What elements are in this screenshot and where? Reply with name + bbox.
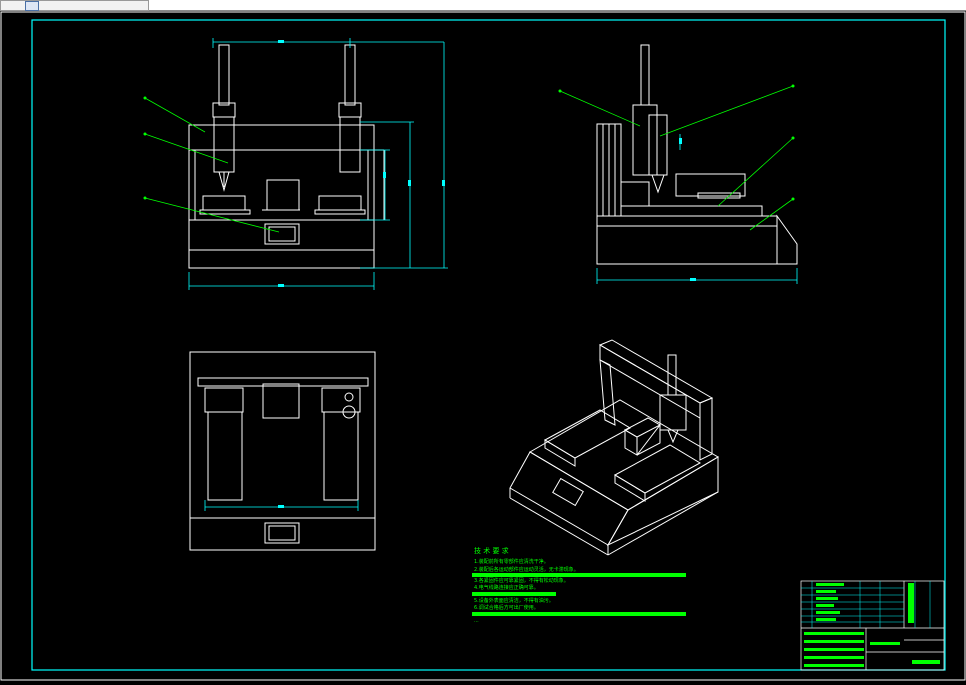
document-tab[interactable] [0,0,149,11]
technical-requirements: 技 术 要 求 1.装配前所有零部件应清洗干净。 2.装配后各运动部件应运动灵活… [472,546,686,624]
cad-drawing-canvas[interactable]: 技 术 要 求 1.装配前所有零部件应清洗干净。 2.装配后各运动部件应运动灵活… [0,11,966,681]
note-line-5: 5.设备外表面应清洁，不得有油污。 [474,597,554,604]
note-line-3: 3.各紧固件应可靠紧固，不得有松动现象。 [474,577,569,584]
drawing-file-icon [25,1,39,11]
front-view-dimensions [188,38,448,290]
front-view [188,44,385,269]
top-view [189,351,376,551]
svg-text:...: ... [474,618,479,624]
note-line-6: 6.调试合格后方可出厂使用。 [474,604,539,611]
front-view-leaders [144,97,280,233]
side-view-leaders [559,85,794,231]
side-view [596,44,798,265]
window-title-strip [0,0,966,11]
note-line-2: 2.装配后各运动部件应运动灵活，无卡滞现象。 [474,566,579,573]
note-line-4: 4.电气线路连接应正确可靠。 [474,584,539,591]
note-line-1: 1.装配前所有零部件应清洗干净。 [474,558,549,565]
side-view-dimensions [596,134,798,284]
isometric-view [509,339,719,556]
title-block-text [804,583,940,667]
technical-requirements-title: 技 术 要 求 [474,546,509,555]
